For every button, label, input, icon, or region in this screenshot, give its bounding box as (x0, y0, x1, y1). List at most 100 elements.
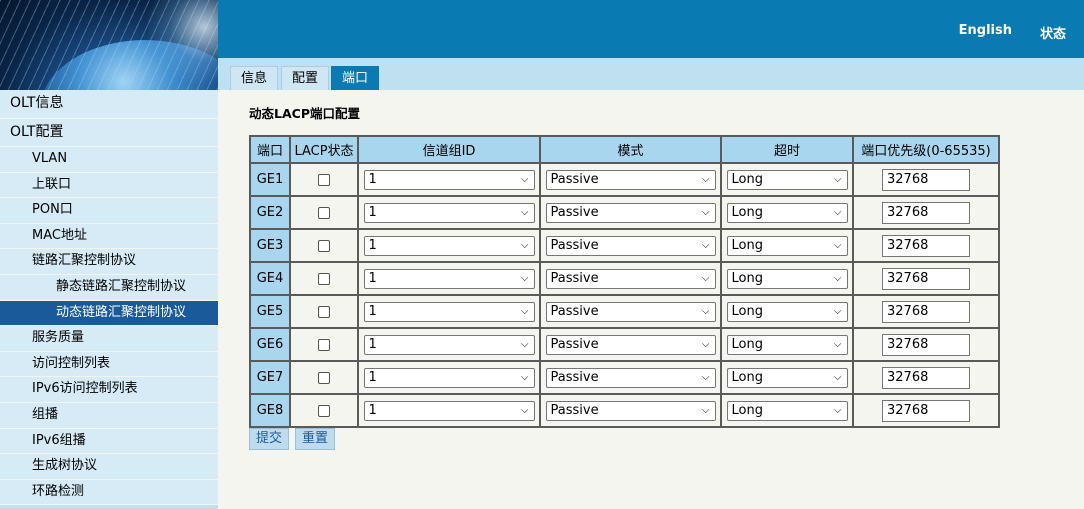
lacp-cell (289, 393, 359, 428)
lacp-checkbox[interactable] (318, 272, 330, 285)
sidebar-item[interactable]: 上联口 (0, 172, 218, 199)
mode-cell: Passive ⌵ (539, 261, 722, 296)
page-title: 动态LACP端口配置 (249, 106, 360, 121)
column-header: 模式 (539, 135, 722, 164)
chevron-down-icon: ⌵ (520, 404, 529, 416)
lacp-checkbox[interactable] (318, 206, 330, 219)
reset-button[interactable]: 重置 (295, 428, 336, 450)
timeout-value: Long (731, 171, 763, 187)
tab-port[interactable]: 端口 (331, 66, 380, 90)
mode-select[interactable]: Passive ⌵ (545, 169, 716, 190)
channel-group-select[interactable]: 1 ⌵ (363, 169, 535, 190)
timeout-select[interactable]: Long ⌵ (726, 334, 848, 355)
chevron-down-icon: ⌵ (701, 305, 710, 317)
channel-group-value: 1 (368, 204, 377, 220)
tab-config[interactable]: 配置 (281, 66, 330, 90)
mode-select[interactable]: Passive ⌵ (545, 301, 716, 322)
mode-select[interactable]: Passive ⌵ (545, 235, 716, 256)
timeout-select[interactable]: Long ⌵ (726, 367, 848, 388)
port-priority-input[interactable]: 32768 (882, 234, 970, 257)
timeout-cell: Long ⌵ (720, 360, 854, 395)
chevron-down-icon: ⌵ (701, 404, 710, 416)
timeout-value: Long (731, 303, 763, 319)
timeout-value: Long (731, 336, 763, 352)
port-label: GE6 (256, 337, 284, 352)
lacp-cell (289, 360, 359, 395)
mode-select[interactable]: Passive ⌵ (545, 334, 716, 355)
sidebar-item[interactable]: 生成树协议 (0, 454, 218, 480)
sidebar-item[interactable]: OLT信息 (0, 90, 218, 119)
port-priority-input[interactable]: 32768 (882, 399, 970, 422)
sidebar-item[interactable]: 服务质量 (0, 326, 218, 352)
timeout-select[interactable]: Long ⌵ (726, 235, 848, 256)
language-link[interactable]: English (959, 23, 1012, 42)
timeout-select[interactable]: Long ⌵ (726, 169, 848, 190)
sidebar-item[interactable]: 动态链路汇聚控制协议 (0, 300, 218, 327)
mode-select[interactable]: Passive ⌵ (545, 268, 716, 289)
channel-group-select[interactable]: 1 ⌵ (363, 334, 535, 355)
chevron-down-icon: ⌵ (833, 206, 842, 218)
port-priority-input[interactable]: 32768 (882, 366, 970, 389)
lacp-checkbox[interactable] (318, 338, 330, 351)
lacp-checkbox[interactable] (318, 404, 330, 417)
sidebar-item[interactable]: IPv6访问控制列表 (0, 377, 218, 403)
chevron-down-icon: ⌵ (833, 173, 842, 185)
lacp-checkbox[interactable] (318, 305, 330, 318)
channel-group-value: 1 (368, 237, 377, 253)
timeout-select[interactable]: Long ⌵ (726, 268, 848, 289)
chevron-down-icon: ⌵ (833, 305, 842, 317)
mode-value: Passive (550, 204, 599, 220)
port-priority-input[interactable]: 32768 (882, 333, 970, 356)
mode-select[interactable]: Passive ⌵ (545, 202, 716, 223)
sidebar: OLT信息 OLT配置 VLAN 上联口 PON口 MAC地址 链路汇聚控制协议 静态链路汇聚… (0, 90, 218, 509)
channel-group-value: 1 (368, 270, 377, 286)
port-label: GE5 (256, 304, 284, 319)
timeout-select[interactable]: Long ⌵ (726, 301, 848, 322)
lacp-port-table: 端口 LACP状态 信道组ID 模式 超时 端口优先级(0-65535) GE1… (249, 135, 1000, 428)
channel-group-select[interactable]: 1 ⌵ (363, 202, 535, 223)
sidebar-item[interactable]: MAC地址 (0, 223, 218, 250)
lacp-checkbox[interactable] (318, 173, 330, 186)
lacp-checkbox[interactable] (318, 239, 330, 252)
chevron-down-icon: ⌵ (520, 272, 529, 284)
sidebar-item[interactable]: 链路汇聚控制协议 (0, 249, 218, 275)
sidebar-item[interactable]: VLAN (0, 147, 218, 173)
sidebar-item[interactable]: OLT配置 (0, 118, 218, 147)
chevron-down-icon: ⌵ (520, 173, 529, 185)
sidebar-item[interactable]: PON口 (0, 198, 218, 224)
mode-select[interactable]: Passive ⌵ (545, 367, 716, 388)
channel-group-value: 1 (368, 402, 377, 418)
channel-group-select[interactable]: 1 ⌵ (363, 367, 535, 388)
port-priority-input[interactable]: 32768 (882, 300, 970, 323)
port-priority-input[interactable]: 32768 (882, 267, 970, 290)
channel-group-select[interactable]: 1 ⌵ (363, 235, 535, 256)
priority-cell: 32768 (852, 393, 1000, 428)
mode-select[interactable]: Passive ⌵ (545, 400, 716, 421)
lacp-checkbox[interactable] (318, 371, 330, 384)
mode-cell: Passive ⌵ (539, 228, 722, 263)
timeout-select[interactable]: Long ⌵ (726, 400, 848, 421)
channel-group-select[interactable]: 1 ⌵ (363, 268, 535, 289)
port-priority-input[interactable]: 32768 (882, 201, 970, 224)
status-link[interactable]: 状态 (1040, 23, 1066, 42)
sidebar-item[interactable]: 环路检测 (0, 479, 218, 506)
submit-button[interactable]: 提交 (249, 428, 290, 450)
group-cell: 1 ⌵ (357, 162, 541, 197)
port-priority-input[interactable]: 32768 (882, 168, 970, 191)
timeout-select[interactable]: Long ⌵ (726, 202, 848, 223)
channel-group-select[interactable]: 1 ⌵ (363, 400, 535, 421)
port-label: GE2 (256, 205, 284, 220)
port-label: GE4 (256, 271, 284, 286)
tab-info[interactable]: 信息 (230, 66, 279, 90)
table-row: GE1 1 ⌵ Passive ⌵ Long ⌵ 32768 (249, 162, 1000, 197)
sidebar-item[interactable]: 静态链路汇聚控制协议 (0, 274, 218, 301)
mode-cell: Passive ⌵ (539, 360, 722, 395)
sidebar-item[interactable]: 访问控制列表 (0, 351, 218, 378)
channel-group-select[interactable]: 1 ⌵ (363, 301, 535, 322)
chevron-down-icon: ⌵ (520, 338, 529, 350)
sidebar-item[interactable]: IPv6组播 (0, 428, 218, 455)
main-content: 动态LACP端口配置 端口 LACP状态 信道组ID 模式 超时 端口优先级(0… (218, 90, 1084, 509)
chevron-down-icon: ⌵ (701, 338, 710, 350)
priority-cell: 32768 (852, 228, 1000, 263)
sidebar-item[interactable]: 组播 (0, 402, 218, 429)
